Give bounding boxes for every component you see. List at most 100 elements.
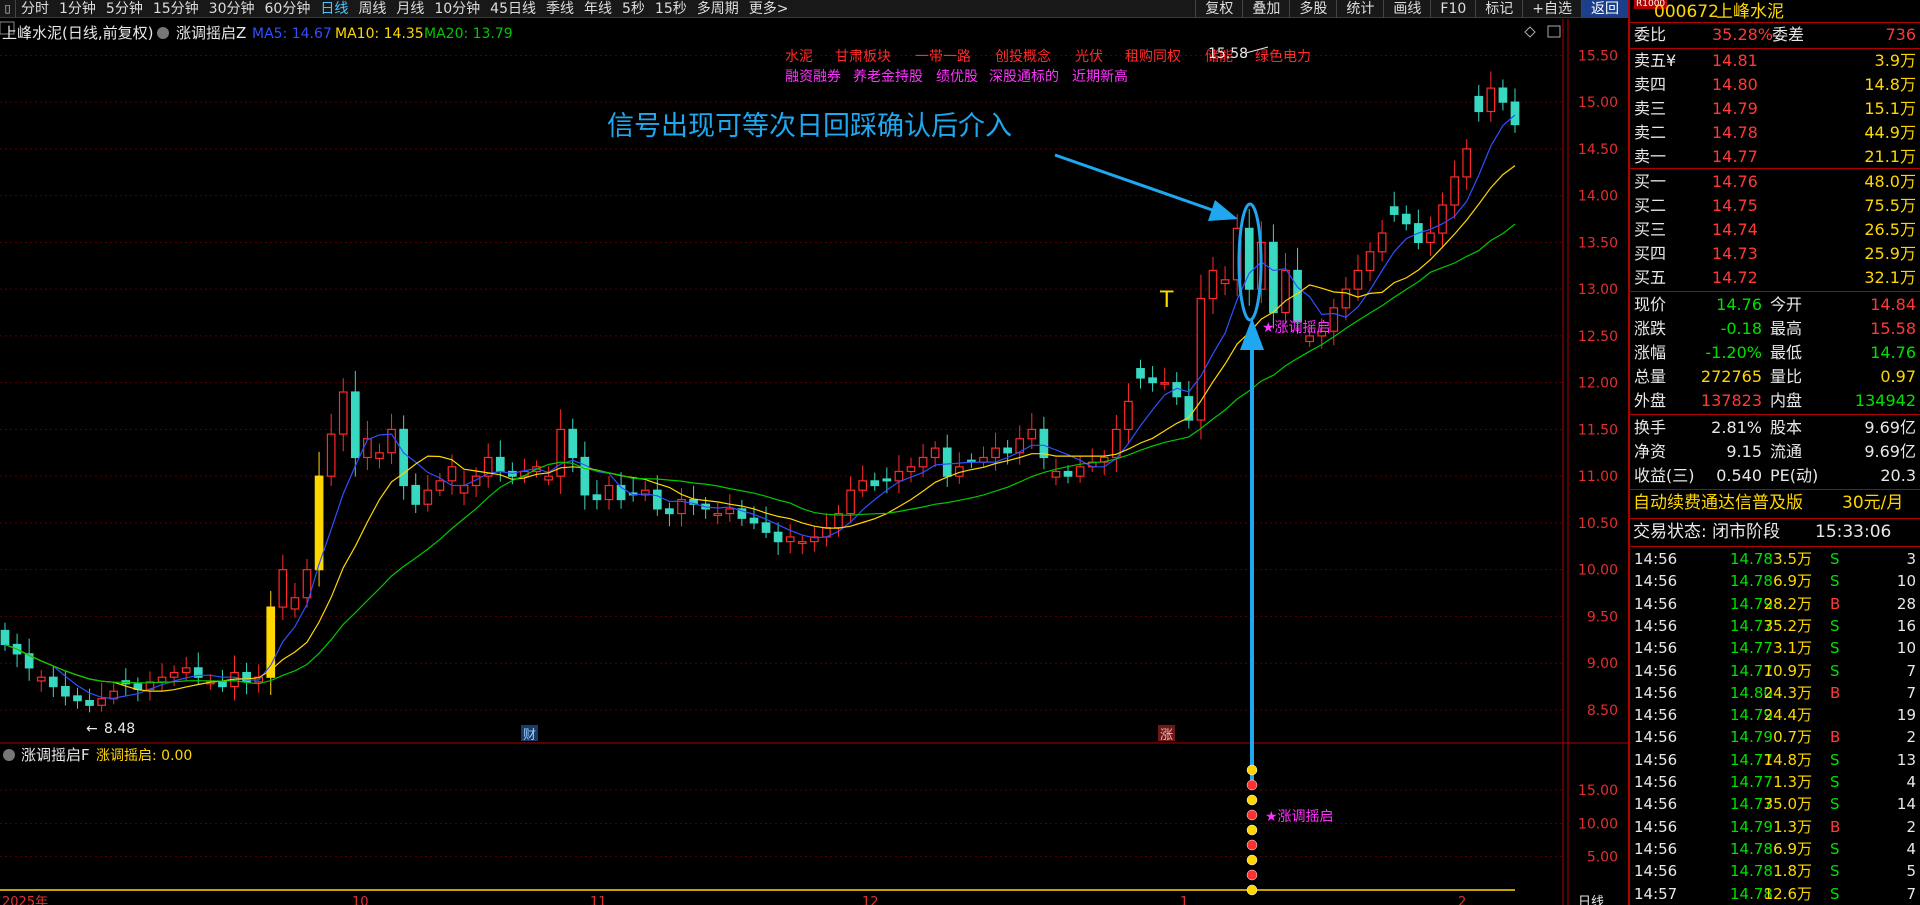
- fund-label-2: 股本: [1770, 418, 1803, 437]
- toolbar-btn-2[interactable]: 多股: [1289, 0, 1336, 18]
- tab-6[interactable]: 日线: [315, 0, 353, 18]
- ask-price: 14.78: [1712, 123, 1758, 142]
- candle-body: [652, 489, 662, 510]
- kline-chart[interactable]: 15.5015.0014.5014.0013.5013.0012.5012.00…: [0, 19, 1628, 905]
- tick-row[interactable]: 14:56 14.80 24.3万 B 7: [1630, 682, 1920, 704]
- ad-text[interactable]: 自动续费通达信普及版: [1633, 491, 1803, 515]
- tick-volume: 0.7万: [1773, 728, 1812, 747]
- ask-row: 卖五¥ 14.81 3.9万: [1630, 49, 1920, 73]
- tick-row[interactable]: 14:56 14.78 3.5万 S 3: [1630, 548, 1920, 570]
- candle-body: [979, 456, 988, 463]
- tick-price: 14.78: [1730, 572, 1773, 591]
- sub-indicator-icon[interactable]: [3, 749, 15, 761]
- tick-side: B: [1830, 817, 1841, 836]
- ask-label: 卖二: [1634, 123, 1667, 142]
- candle-body: [1075, 466, 1085, 477]
- tab-1[interactable]: 1分钟: [54, 0, 101, 18]
- tick-price: 14.78: [1730, 862, 1773, 881]
- toolbar-btn-5[interactable]: F10: [1430, 0, 1475, 18]
- signal-dot: [1246, 764, 1258, 776]
- subscription-ad[interactable]: 自动续费通达信普及版 30元/月: [1630, 491, 1920, 515]
- quote-value: -0.18: [1720, 319, 1762, 338]
- tab-9[interactable]: 10分钟: [429, 0, 485, 18]
- tag-4: 光伏: [1075, 49, 1103, 65]
- indicator-toggle-icon[interactable]: [157, 27, 169, 39]
- tab-2[interactable]: 5分钟: [101, 0, 148, 18]
- candle-body: [266, 606, 276, 678]
- diamond-icon[interactable]: [1524, 26, 1536, 38]
- tick-row[interactable]: 14:56 14.77 35.0万 S 14: [1630, 793, 1920, 815]
- tick-time: 14:56: [1634, 550, 1678, 568]
- quote-value: -1.20%: [1705, 343, 1762, 362]
- tab-7[interactable]: 周线: [353, 0, 391, 18]
- tick-row[interactable]: 14:56 14.79 28.2万 B 28: [1630, 593, 1920, 615]
- signal-dot: [1246, 869, 1258, 881]
- toolbar-btn-7[interactable]: +自选: [1522, 0, 1581, 18]
- ask-label: 卖四: [1634, 75, 1667, 94]
- tick-count: 5: [1906, 862, 1916, 881]
- tab-4[interactable]: 30分钟: [204, 0, 260, 18]
- tab-16[interactable]: 更多>: [744, 0, 794, 18]
- weibi-value: 35.28%: [1712, 25, 1774, 44]
- weicha-label: 委差: [1772, 25, 1805, 44]
- tab-13[interactable]: 5秒: [617, 0, 650, 18]
- tab-8[interactable]: 月线: [391, 0, 429, 18]
- quote-value-2: 0.97: [1880, 367, 1916, 386]
- ask-label: 卖五¥: [1634, 51, 1677, 70]
- candle-body: [870, 480, 880, 487]
- tick-row[interactable]: 14:56 14.77 14.8万 S 13: [1630, 749, 1920, 771]
- tab-15[interactable]: 多周期: [692, 0, 744, 18]
- tick-volume: 6.9万: [1773, 572, 1812, 591]
- candle-body: [1474, 95, 1484, 113]
- bid-label: 买五: [1634, 268, 1667, 287]
- finance-marker-text: 财: [523, 728, 536, 743]
- tick-time: 14:56: [1634, 661, 1678, 680]
- tab-0[interactable]: 分时: [16, 0, 54, 18]
- tab-5[interactable]: 60分钟: [260, 0, 316, 18]
- candle-body: [1498, 87, 1508, 103]
- tag2-1: 养老金持股: [853, 69, 923, 85]
- fund-value-2: 9.69亿: [1864, 442, 1916, 461]
- ad-price[interactable]: 30元/月: [1842, 491, 1903, 515]
- tag2-2: 绩优股: [936, 69, 978, 85]
- quote-value-2: 14.84: [1870, 295, 1916, 314]
- bid-volume: 25.9万: [1864, 244, 1916, 263]
- toolbar-btn-1[interactable]: 叠加: [1242, 0, 1289, 18]
- tick-time: 14:56: [1634, 616, 1678, 635]
- toolbar-btn-8[interactable]: 返回: [1581, 0, 1628, 18]
- tick-row[interactable]: 14:56 14.77 3.1万 S 10: [1630, 637, 1920, 659]
- tick-row[interactable]: 14:56 14.78 6.9万 S 4: [1630, 838, 1920, 860]
- t-marker: T: [1159, 288, 1174, 313]
- toolbar-btn-6[interactable]: 标记: [1475, 0, 1522, 18]
- quote-label-2: 今开: [1770, 295, 1803, 314]
- tab-14[interactable]: 15秒: [650, 0, 692, 18]
- menu-toggle-icon[interactable]: ▯: [0, 0, 16, 18]
- tick-row[interactable]: 14:56 14.77 10.9万 S 7: [1630, 660, 1920, 682]
- candle-body: [580, 456, 590, 496]
- tick-row[interactable]: 14:56 14.77 35.2万 S 16: [1630, 615, 1920, 637]
- tick-row[interactable]: 14:56 14.77 1.3万 S 4: [1630, 771, 1920, 793]
- tab-12[interactable]: 年线: [579, 0, 617, 18]
- tick-row[interactable]: 14:57 14.78 12.6万 S 7: [1630, 883, 1920, 905]
- sub-tick: 15.00: [1578, 783, 1618, 799]
- tab-10[interactable]: 45日线: [485, 0, 541, 18]
- candle-body: [858, 480, 868, 491]
- ask-label: 卖三: [1634, 99, 1667, 118]
- tab-11[interactable]: 季线: [541, 0, 579, 18]
- tick-row[interactable]: 14:56 14.78 1.8万 S 5: [1630, 860, 1920, 882]
- tick-row[interactable]: 14:56 14.78 6.9万 S 10: [1630, 570, 1920, 592]
- quote-label: 现价: [1634, 295, 1667, 314]
- toolbar-btn-4[interactable]: 画线: [1383, 0, 1430, 18]
- x-axis-label: 2: [1458, 895, 1466, 905]
- toolbar-btn-0[interactable]: 复权: [1195, 0, 1242, 18]
- tick-row[interactable]: 14:56 14.79 0.7万 B 2: [1630, 726, 1920, 748]
- toolbar-btn-3[interactable]: 统计: [1336, 0, 1383, 18]
- fund-value: 2.81%: [1711, 418, 1762, 437]
- candle-body: [1003, 447, 1012, 454]
- tick-row[interactable]: 14:56 14.79 24.4万 19: [1630, 704, 1920, 726]
- panel-toggle-icon[interactable]: [1547, 25, 1561, 38]
- tab-3[interactable]: 15分钟: [148, 0, 204, 18]
- price-tick: 9.50: [1587, 609, 1618, 625]
- tick-row[interactable]: 14:56 14.79 1.3万 B 2: [1630, 816, 1920, 838]
- candle-body: [1063, 470, 1073, 477]
